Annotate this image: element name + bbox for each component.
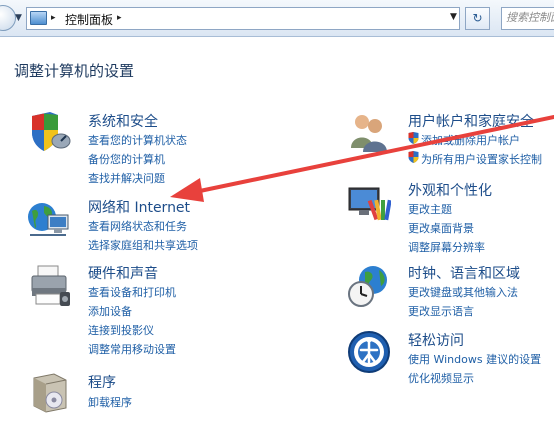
back-button[interactable]	[0, 5, 16, 31]
link-change-display-language[interactable]: 更改显示语言	[408, 303, 474, 319]
search-input[interactable]: 搜索控制面	[501, 7, 554, 30]
ease-of-access-icon[interactable]	[347, 330, 391, 374]
users-icon[interactable]	[347, 108, 391, 152]
address-bar: ▼ ▸ 控制面板 ▸ ▼ ↻ 搜索控制面	[0, 0, 554, 37]
refresh-button[interactable]: ↻	[465, 7, 490, 30]
link-mobility-settings[interactable]: 调整常用移动设置	[88, 341, 176, 357]
page-title: 调整计算机的设置	[14, 62, 135, 80]
link-optimize-display[interactable]: 优化视频显示	[408, 370, 474, 386]
printer-icon[interactable]	[28, 264, 72, 308]
link-change-theme[interactable]: 更改主题	[408, 201, 452, 217]
network-globe-icon[interactable]	[26, 197, 70, 241]
recent-pages-dropdown[interactable]: ▼	[15, 13, 22, 23]
breadcrumb-control-panel[interactable]: 控制面板	[65, 11, 113, 28]
breadcrumb-separator-icon[interactable]: ▸	[51, 13, 56, 23]
link-uninstall-program[interactable]: 卸载程序	[88, 394, 132, 410]
category-heading-ease-of-access[interactable]: 轻松访问	[408, 330, 464, 350]
uac-shield-icon	[408, 151, 419, 163]
link-add-remove-accounts[interactable]: 添加或删除用户帐户	[421, 132, 520, 148]
link-view-network-status[interactable]: 查看网络状态和任务	[88, 218, 187, 234]
link-add-device[interactable]: 添加设备	[88, 303, 132, 319]
link-troubleshoot[interactable]: 查找并解决问题	[88, 170, 165, 186]
link-homegroup-sharing[interactable]: 选择家庭组和共享选项	[88, 237, 198, 253]
breadcrumb-chevron-icon[interactable]: ▸	[117, 13, 122, 23]
link-recommended-settings[interactable]: 使用 Windows 建议的设置	[408, 351, 541, 367]
category-heading-clock-language[interactable]: 时钟、语言和区域	[408, 263, 520, 283]
link-change-input-method[interactable]: 更改键盘或其他输入法	[408, 284, 518, 300]
link-parental-controls[interactable]: 为所有用户设置家长控制	[421, 151, 542, 167]
address-field[interactable]: ▸ 控制面板 ▸	[26, 7, 460, 30]
control-panel-icon	[30, 11, 47, 25]
link-connect-projector[interactable]: 连接到投影仪	[88, 322, 154, 338]
clock-globe-icon[interactable]	[347, 264, 391, 308]
category-heading-user-accounts[interactable]: 用户帐户和家庭安全	[408, 111, 534, 131]
link-devices-printers[interactable]: 查看设备和打印机	[88, 284, 176, 300]
category-heading-appearance[interactable]: 外观和个性化	[408, 180, 492, 200]
monitor-palette-icon[interactable]	[347, 182, 391, 226]
link-change-wallpaper[interactable]: 更改桌面背景	[408, 220, 474, 236]
link-screen-resolution[interactable]: 调整屏幕分辨率	[408, 239, 485, 255]
category-heading-network-internet[interactable]: 网络和 Internet	[88, 197, 190, 217]
address-dropdown-icon[interactable]: ▼	[450, 12, 457, 22]
programs-box-icon[interactable]	[28, 370, 72, 414]
uac-shield-icon	[408, 132, 419, 144]
category-heading-hardware-sound[interactable]: 硬件和声音	[88, 263, 158, 283]
category-heading-system-security[interactable]: 系统和安全	[88, 111, 158, 131]
category-heading-programs[interactable]: 程序	[88, 372, 116, 392]
security-shield-icon[interactable]	[28, 110, 72, 154]
link-view-computer-status[interactable]: 查看您的计算机状态	[88, 132, 187, 148]
link-backup-computer[interactable]: 备份您的计算机	[88, 151, 165, 167]
